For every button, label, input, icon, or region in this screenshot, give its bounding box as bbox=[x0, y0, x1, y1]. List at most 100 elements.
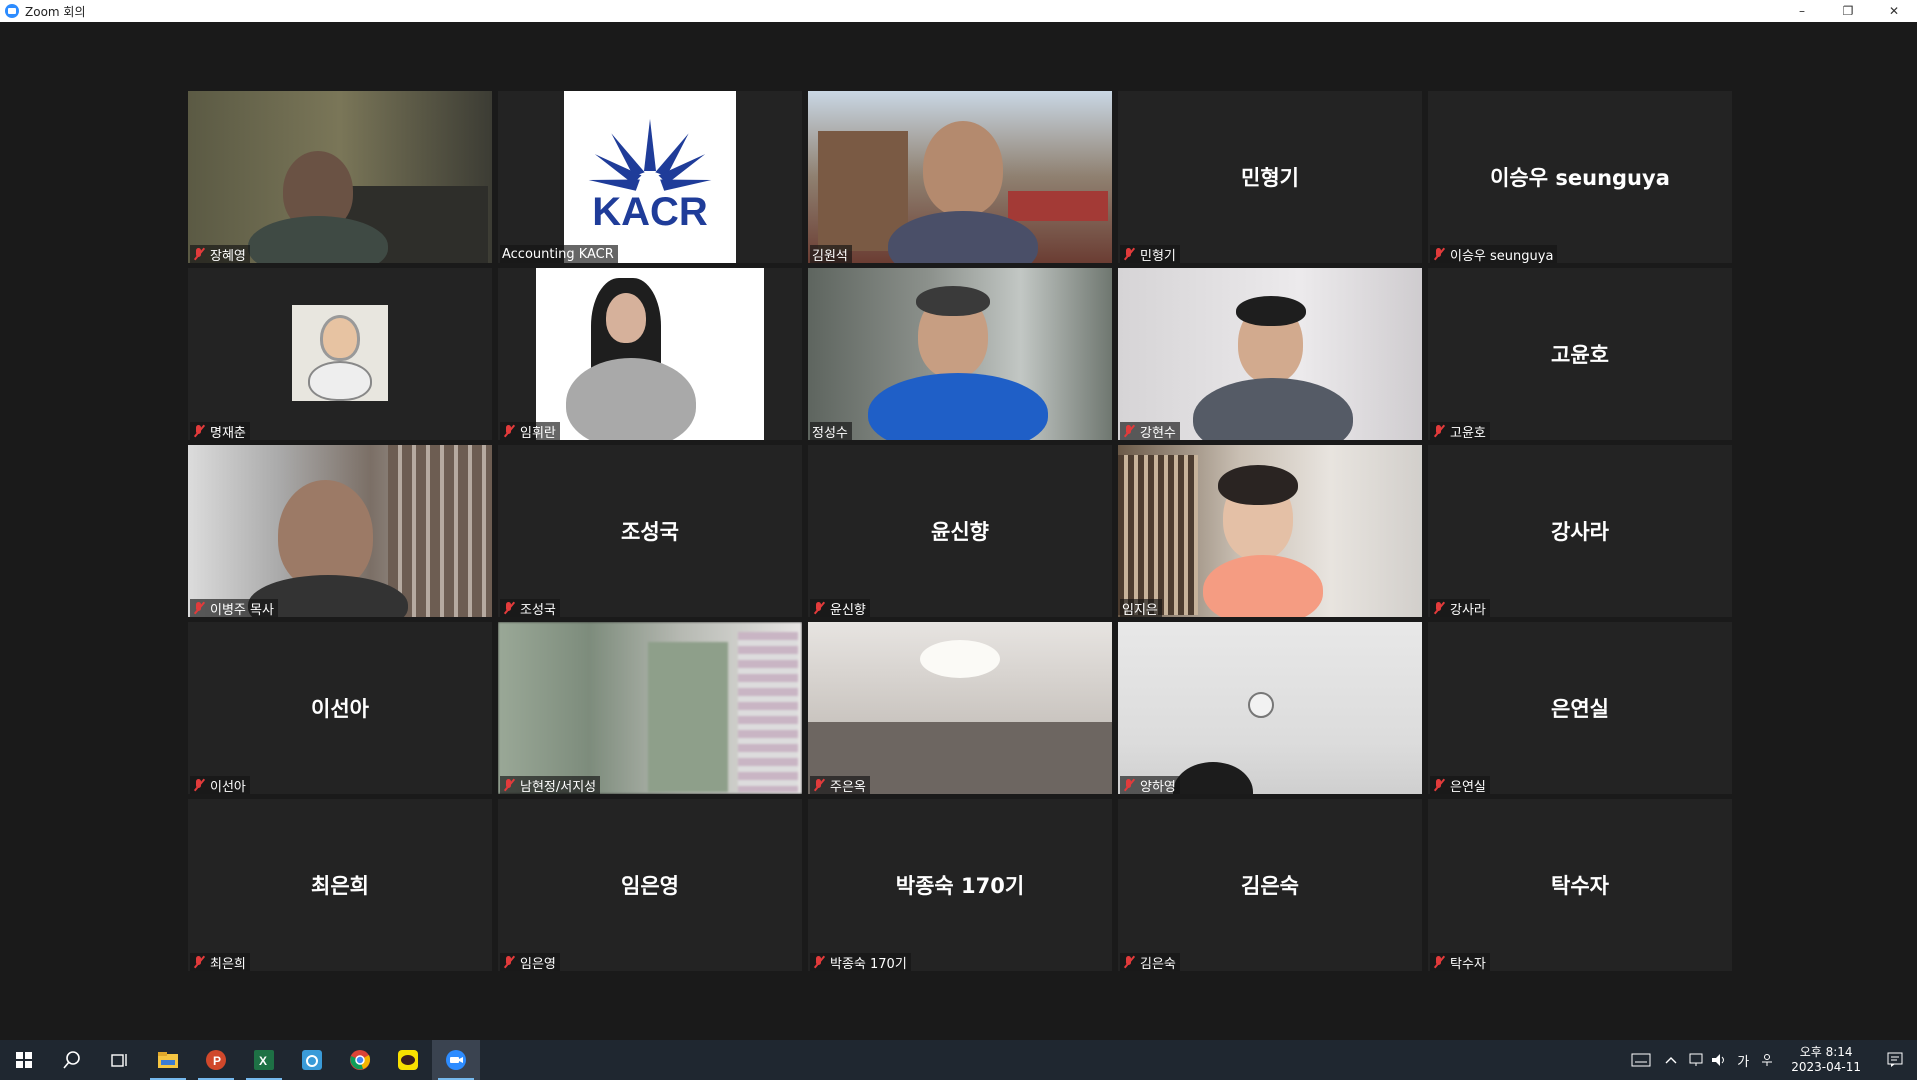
title-bar: Zoom 회의 – ❐ ✕ bbox=[0, 0, 1917, 22]
file-explorer-icon[interactable] bbox=[144, 1040, 192, 1080]
avatar bbox=[292, 305, 388, 401]
video-feed bbox=[808, 622, 1112, 794]
participant-name-label: 임휘란 bbox=[500, 422, 560, 440]
participant-display-name: 민형기 bbox=[1241, 166, 1299, 190]
mic-muted-icon bbox=[1432, 424, 1446, 438]
meeting-stage: 장혜영 KACR Accounting KACR 김원석 민형기 민형기 이승우… bbox=[0, 22, 1917, 1040]
close-button[interactable]: ✕ bbox=[1871, 0, 1917, 22]
ime-indicator[interactable]: 가 bbox=[1731, 1040, 1755, 1080]
minimize-button[interactable]: – bbox=[1779, 0, 1825, 22]
video-feed bbox=[1118, 622, 1422, 794]
participant-name-label: 남현정/서지성 bbox=[500, 776, 601, 794]
mic-muted-icon bbox=[502, 424, 516, 438]
participant-name-label: Accounting KACR bbox=[500, 245, 618, 263]
video-feed bbox=[188, 445, 492, 617]
participant-tile[interactable]: 임지은 bbox=[1118, 445, 1422, 617]
mic-muted-icon bbox=[192, 778, 206, 792]
chrome-icon[interactable] bbox=[336, 1040, 384, 1080]
participant-tile[interactable]: 임은영 임은영 bbox=[498, 799, 802, 971]
participant-name-label: 은연실 bbox=[1430, 776, 1490, 794]
participant-tile[interactable]: 정성수 bbox=[808, 268, 1112, 440]
network-icon[interactable] bbox=[1683, 1040, 1707, 1080]
mic-muted-icon bbox=[1122, 955, 1136, 969]
participant-tile[interactable]: 김은숙 김은숙 bbox=[1118, 799, 1422, 971]
mic-muted-icon bbox=[1432, 778, 1446, 792]
chevron-up-icon[interactable] bbox=[1659, 1040, 1683, 1080]
participant-tile[interactable]: 이병주 목사 bbox=[188, 445, 492, 617]
participant-name-label: 김은숙 bbox=[1120, 953, 1180, 971]
video-feed bbox=[1118, 268, 1422, 440]
participant-name-label: 이병주 목사 bbox=[190, 599, 278, 617]
excel-icon[interactable]: X bbox=[240, 1040, 288, 1080]
participant-tile[interactable]: KACR Accounting KACR bbox=[498, 91, 802, 263]
mic-muted-icon bbox=[502, 778, 516, 792]
participant-tile-active-speaker[interactable]: 김원석 bbox=[808, 91, 1112, 263]
participant-display-name: 박종숙 170기 bbox=[895, 874, 1025, 898]
participant-display-name: 김은숙 bbox=[1241, 874, 1299, 898]
video-feed bbox=[188, 91, 492, 263]
participant-tile[interactable]: 조성국 조성국 bbox=[498, 445, 802, 617]
participant-tile[interactable]: 양하영 bbox=[1118, 622, 1422, 794]
windows-start-icon[interactable] bbox=[0, 1040, 48, 1080]
video-feed bbox=[808, 91, 1112, 263]
participant-tile[interactable]: 명재춘 bbox=[188, 268, 492, 440]
mic-muted-icon bbox=[192, 424, 206, 438]
participant-tile[interactable]: 강현수 bbox=[1118, 268, 1422, 440]
restore-button[interactable]: ❐ bbox=[1825, 0, 1871, 22]
participant-tile[interactable]: 탁수자 탁수자 bbox=[1428, 799, 1732, 971]
mic-muted-icon bbox=[1432, 247, 1446, 261]
participant-tile[interactable]: 이선아 이선아 bbox=[188, 622, 492, 794]
system-tray: 가 오후 8:14 2023-04-11 bbox=[1623, 1040, 1917, 1080]
mic-muted-icon bbox=[192, 955, 206, 969]
participant-display-name: 이승우 seunguya bbox=[1490, 166, 1670, 190]
svg-text:P: P bbox=[213, 1054, 221, 1068]
svg-text:KACR: KACR bbox=[592, 190, 708, 234]
ime-mode-icon[interactable] bbox=[1755, 1040, 1779, 1080]
taskbar-clock[interactable]: 오후 8:14 2023-04-11 bbox=[1791, 1045, 1861, 1075]
participant-name-label: 양하영 bbox=[1120, 776, 1180, 794]
participant-tile[interactable]: 이승우 seunguya 이승우 seunguya bbox=[1428, 91, 1732, 263]
mic-muted-icon bbox=[502, 601, 516, 615]
participant-name-label: 정성수 bbox=[810, 422, 852, 440]
notification-icon[interactable] bbox=[1873, 1040, 1917, 1080]
participant-tile[interactable]: 최은희 최은희 bbox=[188, 799, 492, 971]
participant-name-label: 임은영 bbox=[500, 953, 560, 971]
mic-muted-icon bbox=[192, 247, 206, 261]
participant-tile[interactable]: 장혜영 bbox=[188, 91, 492, 263]
participant-name-label: 임지은 bbox=[1120, 599, 1162, 617]
participant-name-label: 장혜영 bbox=[190, 245, 250, 263]
participant-display-name: 최은희 bbox=[311, 874, 369, 898]
mic-muted-icon bbox=[1122, 778, 1136, 792]
participant-tile[interactable]: 강사라 강사라 bbox=[1428, 445, 1732, 617]
search-icon[interactable] bbox=[48, 1040, 96, 1080]
participant-tile[interactable]: 임휘란 bbox=[498, 268, 802, 440]
participant-name-label: 이승우 seunguya bbox=[1430, 245, 1558, 263]
participant-tile[interactable]: 박종숙 170기 박종숙 170기 bbox=[808, 799, 1112, 971]
participant-tile[interactable]: 남현정/서지성 bbox=[498, 622, 802, 794]
participant-display-name: 탁수자 bbox=[1551, 874, 1609, 898]
participant-display-name: 임은영 bbox=[621, 874, 679, 898]
svg-text:X: X bbox=[259, 1054, 267, 1068]
powerpoint-icon[interactable]: P bbox=[192, 1040, 240, 1080]
clock-time: 오후 8:14 bbox=[1799, 1045, 1853, 1059]
participant-tile[interactable]: 주은옥 bbox=[808, 622, 1112, 794]
participant-name-label: 명재춘 bbox=[190, 422, 250, 440]
participant-tile[interactable]: 윤신향 윤신향 bbox=[808, 445, 1112, 617]
participant-name-label: 이선아 bbox=[190, 776, 250, 794]
task-view-icon[interactable] bbox=[96, 1040, 144, 1080]
participant-tile[interactable]: 민형기 민형기 bbox=[1118, 91, 1422, 263]
windows-taskbar: P X 가 오후 8:14 2023-04-11 bbox=[0, 1040, 1917, 1080]
participant-name-label: 윤신향 bbox=[810, 599, 870, 617]
keyboard-icon[interactable] bbox=[1623, 1040, 1659, 1080]
volume-icon[interactable] bbox=[1707, 1040, 1731, 1080]
kakaotalk-icon[interactable] bbox=[384, 1040, 432, 1080]
zoom-icon[interactable] bbox=[432, 1040, 480, 1080]
mic-muted-icon bbox=[1122, 247, 1136, 261]
hancom-icon[interactable] bbox=[288, 1040, 336, 1080]
participant-name-label: 민형기 bbox=[1120, 245, 1180, 263]
video-feed bbox=[1118, 445, 1422, 617]
participant-tile[interactable]: 은연실 은연실 bbox=[1428, 622, 1732, 794]
participant-tile[interactable]: 고윤호 고윤호 bbox=[1428, 268, 1732, 440]
participant-name-label: 조성국 bbox=[500, 599, 560, 617]
mic-muted-icon bbox=[1432, 601, 1446, 615]
